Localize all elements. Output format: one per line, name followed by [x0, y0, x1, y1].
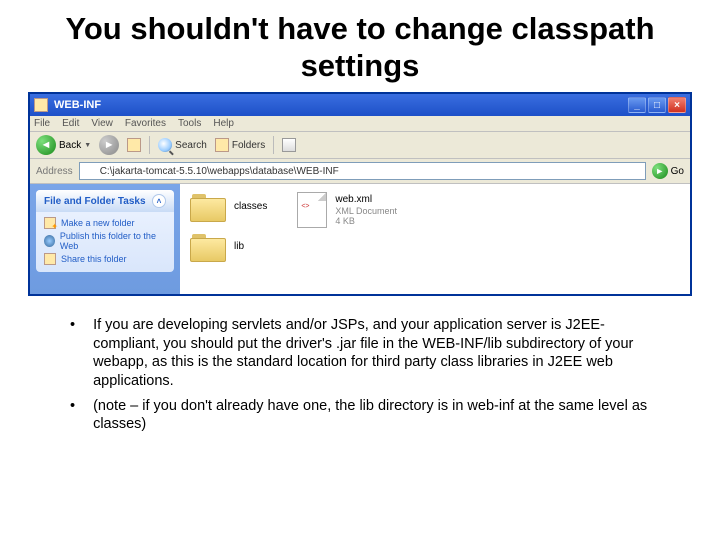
window-title: WEB-INF [54, 99, 628, 111]
search-button[interactable]: Search [158, 138, 207, 152]
separator [149, 136, 150, 154]
folder-icon [34, 98, 48, 112]
folder-classes[interactable]: classes [190, 192, 267, 222]
explorer-body: File and Folder Tasks ˄ Make a new folde… [30, 184, 690, 294]
file-web-xml[interactable]: web.xml XML Document 4 KB [297, 192, 397, 228]
search-icon [158, 138, 172, 152]
tasks-pane: File and Folder Tasks ˄ Make a new folde… [30, 184, 180, 294]
bullet-text: (note – if you don't already have one, t… [93, 397, 660, 434]
tasks-header-label: File and Folder Tasks [44, 196, 146, 207]
folder-lib[interactable]: lib [190, 232, 267, 262]
separator [273, 136, 274, 154]
search-label: Search [175, 140, 207, 151]
go-button[interactable]: ► Go [652, 163, 684, 179]
bullet-text: If you are developing servlets and/or JS… [93, 316, 660, 390]
folders-button[interactable]: Folders [215, 138, 265, 152]
xml-file-icon [297, 192, 327, 228]
toolbar: ◄ Back ▼ ► Search Folders [30, 132, 690, 159]
file-name: web.xml [335, 194, 397, 206]
folder-icon [190, 232, 226, 262]
task-make-new-folder[interactable]: Make a new folder [44, 216, 166, 230]
window-titlebar: WEB-INF _ □ × [30, 94, 690, 116]
folder-label: classes [234, 201, 267, 213]
file-type: XML Document [335, 206, 397, 217]
close-button[interactable]: × [668, 97, 686, 113]
folders-label: Folders [232, 140, 265, 151]
task-publish-folder[interactable]: Publish this folder to the Web [44, 230, 166, 252]
back-label: Back [59, 140, 81, 151]
share-icon [44, 253, 56, 265]
go-arrow-icon: ► [652, 163, 668, 179]
menu-view[interactable]: View [91, 118, 113, 129]
file-folder-tasks-panel: File and Folder Tasks ˄ Make a new folde… [36, 190, 174, 272]
new-folder-icon [44, 217, 56, 229]
folders-icon [215, 138, 229, 152]
bullet-marker: • [70, 397, 75, 434]
task-label: Publish this folder to the Web [60, 231, 166, 251]
forward-button[interactable]: ► [99, 135, 119, 155]
maximize-button[interactable]: □ [648, 97, 666, 113]
menu-tools[interactable]: Tools [178, 118, 201, 129]
folder-icon [84, 165, 96, 177]
views-button[interactable] [282, 138, 296, 152]
task-share-folder[interactable]: Share this folder [44, 252, 166, 266]
back-arrow-icon: ◄ [36, 135, 56, 155]
task-label: Make a new folder [61, 218, 135, 228]
bullet-item: • (note – if you don't already have one,… [70, 397, 660, 434]
explorer-window: WEB-INF _ □ × File Edit View Favorites T… [28, 92, 692, 296]
up-button[interactable] [127, 138, 141, 152]
menu-bar: File Edit View Favorites Tools Help [30, 116, 690, 132]
bullet-list: • If you are developing servlets and/or … [0, 310, 720, 433]
file-label: web.xml XML Document 4 KB [335, 194, 397, 228]
back-button[interactable]: ◄ Back ▼ [36, 135, 91, 155]
menu-edit[interactable]: Edit [62, 118, 79, 129]
minimize-button[interactable]: _ [628, 97, 646, 113]
menu-help[interactable]: Help [213, 118, 234, 129]
slide-title: You shouldn't have to change classpath s… [0, 0, 720, 92]
collapse-icon: ˄ [152, 194, 166, 208]
go-label: Go [671, 166, 684, 177]
folder-icon [190, 192, 226, 222]
folder-label: lib [234, 241, 244, 253]
address-path: C:\jakarta-tomcat-5.5.10\webapps\databas… [100, 166, 339, 177]
address-bar: Address C:\jakarta-tomcat-5.5.10\webapps… [30, 159, 690, 184]
file-size: 4 KB [335, 216, 397, 227]
menu-favorites[interactable]: Favorites [125, 118, 166, 129]
menu-file[interactable]: File [34, 118, 50, 129]
bullet-marker: • [70, 316, 75, 390]
tasks-header[interactable]: File and Folder Tasks ˄ [36, 190, 174, 212]
address-input[interactable]: C:\jakarta-tomcat-5.5.10\webapps\databas… [79, 162, 646, 180]
globe-icon [44, 235, 55, 247]
back-dropdown-icon: ▼ [84, 142, 91, 149]
bullet-item: • If you are developing servlets and/or … [70, 316, 660, 390]
task-label: Share this folder [61, 254, 127, 264]
address-label: Address [36, 166, 73, 177]
file-list-pane: classes lib web.xml XML Document 4 KB [180, 184, 690, 294]
